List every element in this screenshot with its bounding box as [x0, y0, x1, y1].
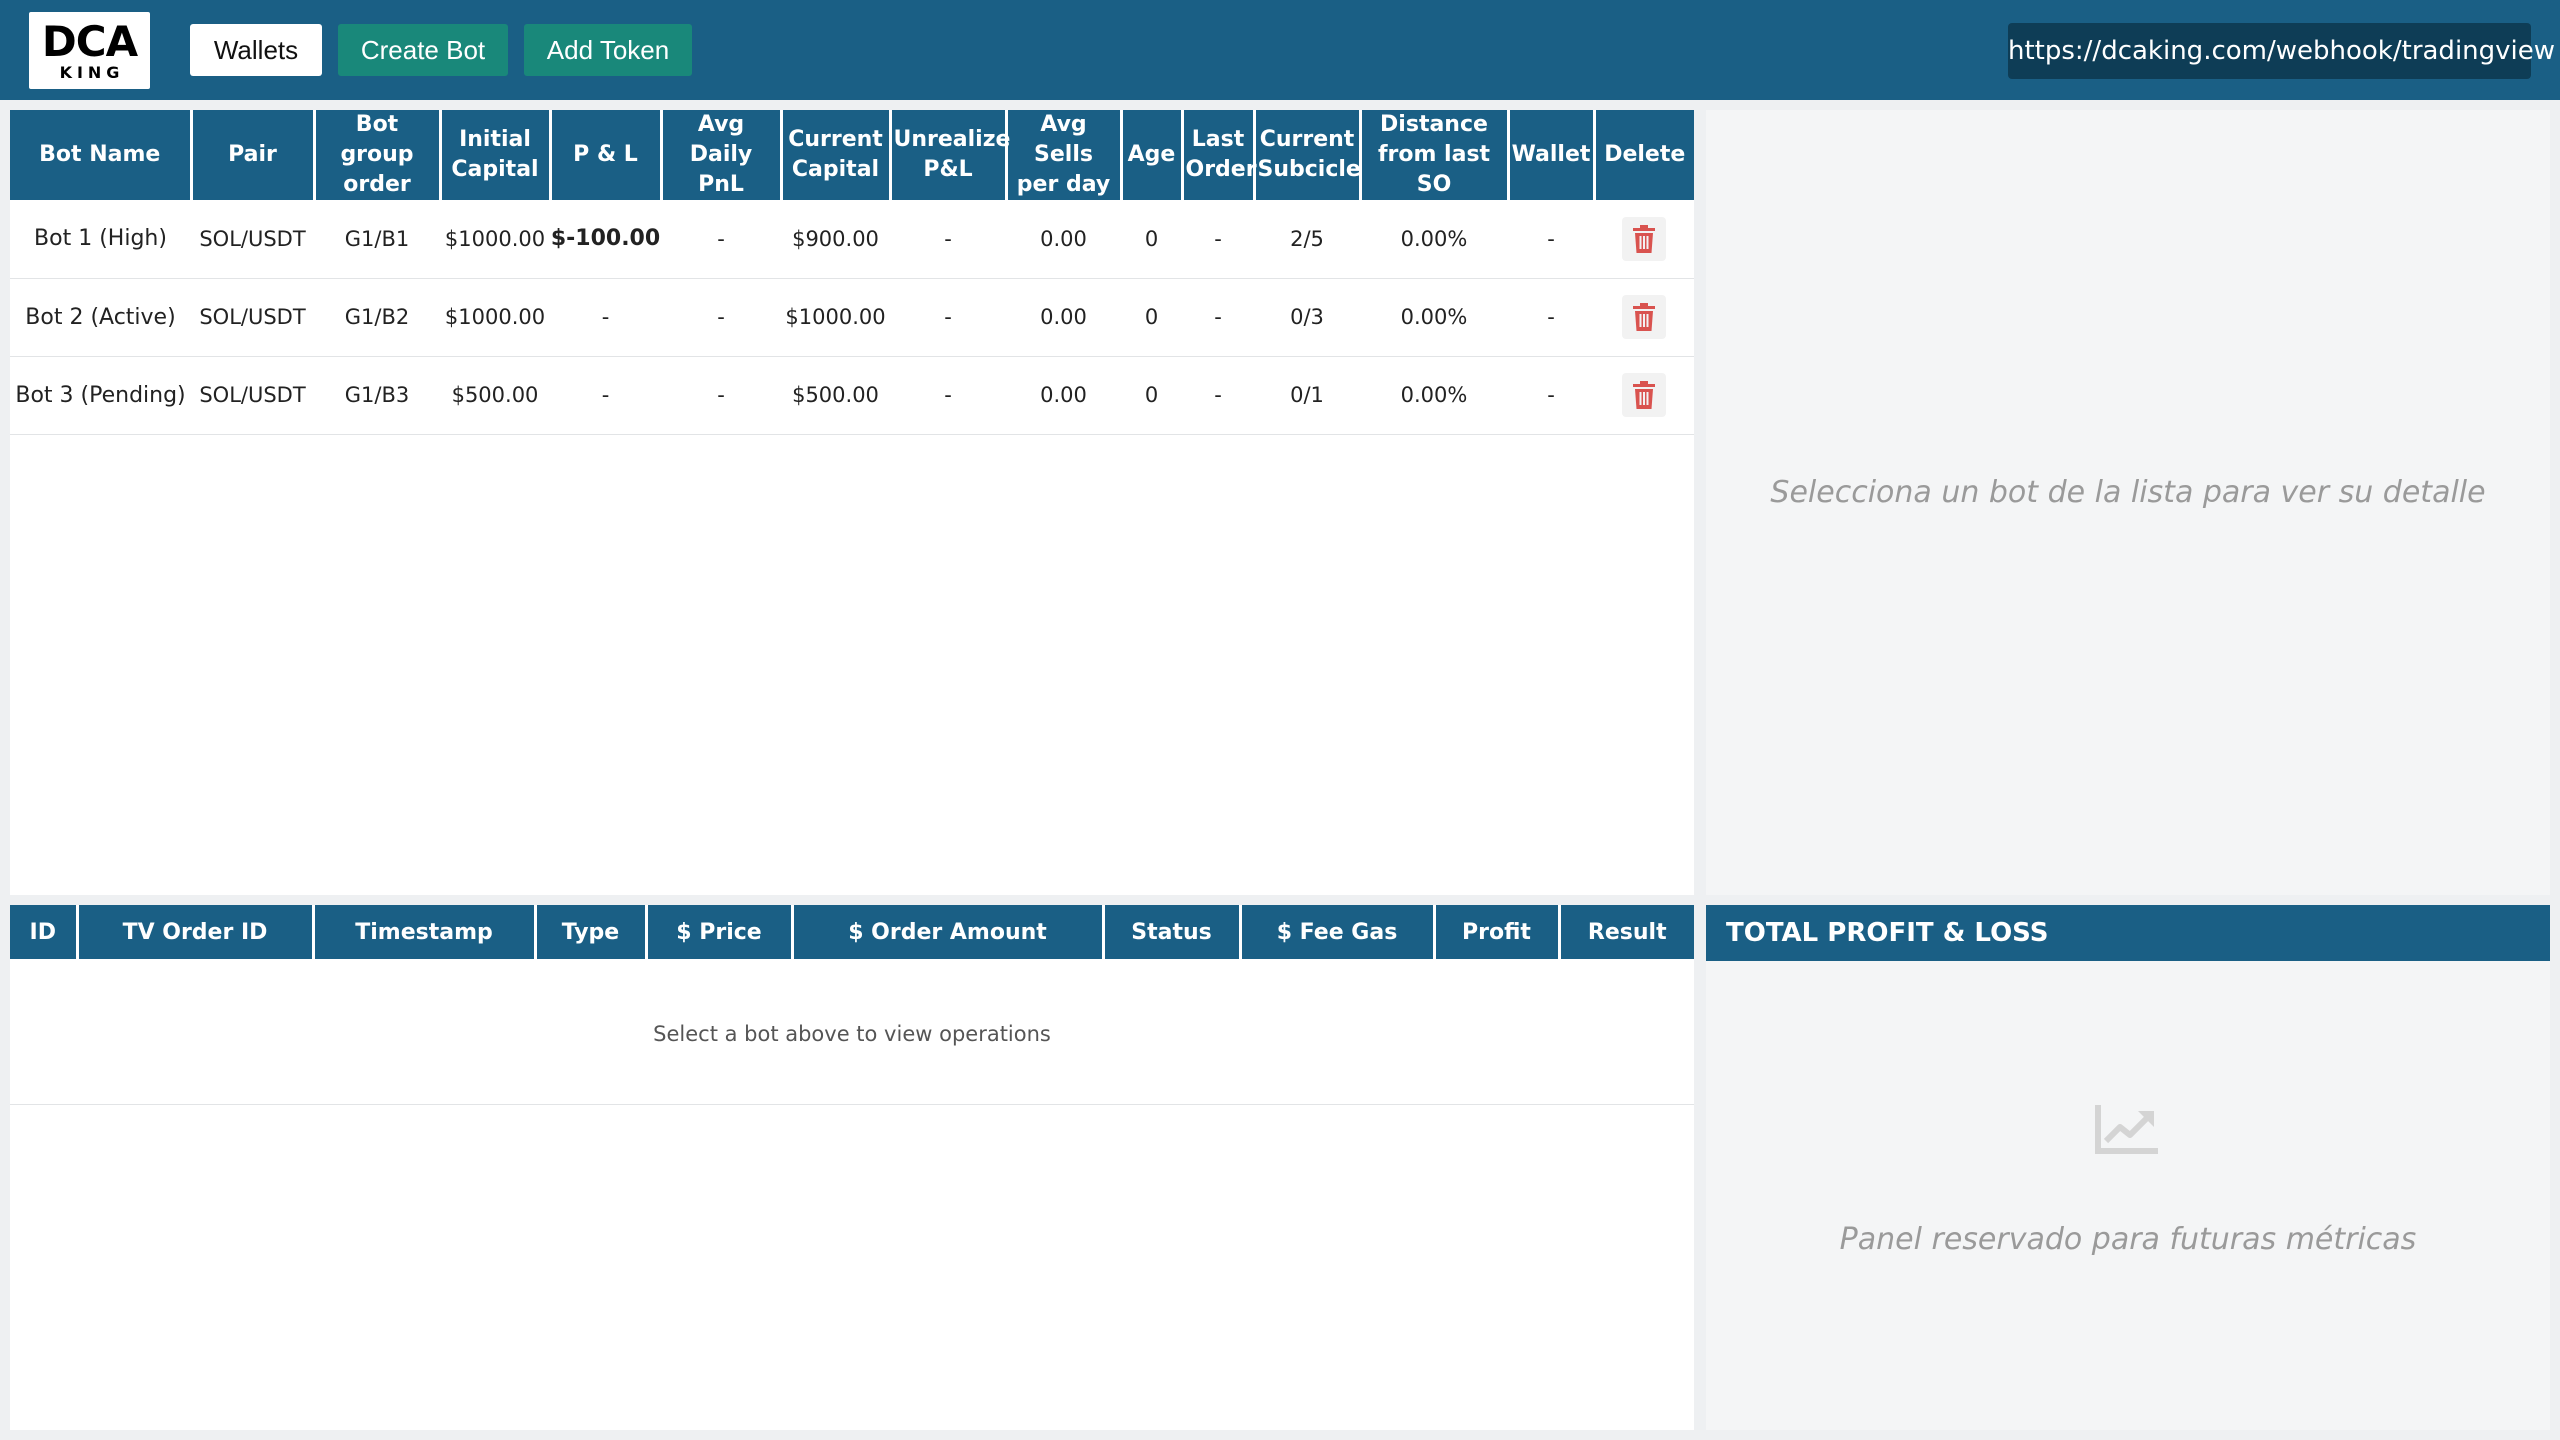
trash-icon[interactable] [1622, 295, 1666, 339]
col-header[interactable]: Last Order [1182, 110, 1257, 200]
bot-current-capital: $500.00 [781, 356, 890, 435]
delete-cell [1594, 356, 1694, 435]
operations-table-header: ID TV Order ID Timestamp Type $ Price $ … [10, 905, 1694, 959]
col-header[interactable]: ID [10, 905, 79, 959]
bot-initial-capital: $1000.00 [440, 278, 550, 357]
col-header[interactable]: Unrealize P&L [890, 110, 1010, 200]
col-header[interactable]: Avg Sells per day [1006, 110, 1123, 200]
bot-pair: SOL/USDT [191, 200, 314, 279]
pnl-placeholder-message: Panel reservado para futuras métricas [1839, 1222, 2417, 1257]
bot-age: 0 [1121, 200, 1182, 279]
wallets-button[interactable]: Wallets [190, 24, 322, 76]
bot-pnl: $-100.00 [550, 200, 661, 279]
bot-unrealized-pnl: - [890, 200, 1006, 279]
top-navbar: DCA KING Wallets Create Bot Add Token ht… [0, 0, 2560, 100]
bot-name: Bot 3 (Pending) [10, 356, 191, 435]
operations-empty-message: Select a bot above to view operations [653, 1022, 1051, 1046]
bot-last-order: - [1182, 356, 1254, 435]
bot-distance: 0.00% [1360, 200, 1508, 279]
bot-last-order: - [1182, 200, 1254, 279]
bot-row[interactable]: Bot 1 (High) SOL/USDT G1/B1 $1000.00 $-1… [10, 200, 1694, 279]
bot-pnl: - [550, 278, 661, 357]
col-header[interactable]: Type [535, 905, 648, 959]
bot-distance: 0.00% [1360, 356, 1508, 435]
bot-wallet: - [1508, 278, 1594, 357]
webhook-url[interactable]: https://dcaking.com/webhook/tradingview [2008, 23, 2555, 79]
bot-group: G1/B1 [314, 200, 440, 279]
bot-subcicle: 2/5 [1254, 200, 1360, 279]
col-header[interactable]: Status [1103, 905, 1242, 959]
app-logo[interactable]: DCA KING [29, 12, 150, 89]
bots-table: Bot Name Pair Bot group order Initial Ca… [10, 110, 1694, 435]
bot-initial-capital: $500.00 [440, 356, 550, 435]
bot-subcicle: 0/3 [1254, 278, 1360, 357]
col-header[interactable]: Bot group order [314, 110, 442, 200]
create-bot-button[interactable]: Create Bot [338, 24, 508, 76]
bot-pair: SOL/USDT [191, 278, 314, 357]
col-header[interactable]: Avg Daily PnL [661, 110, 783, 200]
bot-distance: 0.00% [1360, 278, 1508, 357]
bot-pair: SOL/USDT [191, 356, 314, 435]
bots-table-header: Bot Name Pair Bot group order Initial Ca… [10, 110, 1694, 200]
bot-avg-daily-pnl: - [661, 200, 781, 279]
bot-name: Bot 1 (High) [10, 200, 191, 279]
delete-cell [1594, 278, 1694, 357]
bot-avg-sells: 0.00 [1006, 356, 1121, 435]
bot-unrealized-pnl: - [890, 278, 1006, 357]
bot-last-order: - [1182, 278, 1254, 357]
bot-initial-capital: $1000.00 [440, 200, 550, 279]
col-header[interactable]: Profit [1434, 905, 1561, 959]
total-pnl-panel: TOTAL PROFIT & LOSS Panel reservado para… [1706, 905, 2550, 1430]
col-header[interactable]: Current Subcicle [1254, 110, 1362, 200]
bot-avg-daily-pnl: - [661, 278, 781, 357]
col-header[interactable]: Result [1559, 905, 1694, 959]
col-header[interactable]: TV Order ID [77, 905, 315, 959]
bots-panel: Bot Name Pair Bot group order Initial Ca… [10, 110, 1694, 895]
bot-row[interactable]: Bot 3 (Pending) SOL/USDT G1/B3 $500.00 -… [10, 356, 1694, 435]
bot-group: G1/B3 [314, 356, 440, 435]
operations-empty-row: Select a bot above to view operations [10, 959, 1694, 1105]
col-header[interactable]: $ Fee Gas [1240, 905, 1436, 959]
col-header[interactable]: $ Price [646, 905, 794, 959]
logo-sub-text: KING [59, 63, 125, 82]
bot-unrealized-pnl: - [890, 356, 1006, 435]
col-header[interactable]: Initial Capital [440, 110, 552, 200]
col-header[interactable]: Age [1121, 110, 1184, 200]
logo-main-text: DCA [41, 17, 138, 66]
bot-subcicle: 0/1 [1254, 356, 1360, 435]
delete-cell [1594, 200, 1694, 279]
operations-panel: ID TV Order ID Timestamp Type $ Price $ … [10, 905, 1694, 1430]
col-header[interactable]: Current Capital [781, 110, 892, 200]
col-header[interactable]: Pair [191, 110, 316, 200]
bot-current-capital: $900.00 [781, 200, 890, 279]
bot-age: 0 [1121, 278, 1182, 357]
bot-wallet: - [1508, 356, 1594, 435]
col-header[interactable]: Wallet [1508, 110, 1596, 200]
total-pnl-title: TOTAL PROFIT & LOSS [1706, 905, 2550, 961]
detail-placeholder-message: Selecciona un bot de la lista para ver s… [1770, 475, 2486, 510]
trash-icon[interactable] [1622, 216, 1666, 261]
operations-table: ID TV Order ID Timestamp Type $ Price $ … [10, 905, 1694, 959]
bot-age: 0 [1121, 356, 1182, 435]
add-token-button[interactable]: Add Token [524, 24, 692, 76]
col-header[interactable]: $ Order Amount [792, 905, 1105, 959]
trash-icon[interactable] [1622, 373, 1666, 417]
bot-avg-sells: 0.00 [1006, 200, 1121, 279]
col-header: Delete [1594, 110, 1694, 200]
bot-pnl: - [550, 356, 661, 435]
bot-avg-sells: 0.00 [1006, 278, 1121, 357]
bot-row[interactable]: Bot 2 (Active) SOL/USDT G1/B2 $1000.00 -… [10, 278, 1694, 357]
bot-current-capital: $1000.00 [781, 278, 890, 357]
bot-name: Bot 2 (Active) [10, 278, 191, 357]
col-header[interactable]: Distance from last SO [1360, 110, 1510, 200]
bot-detail-panel: Selecciona un bot de la lista para ver s… [1706, 110, 2550, 895]
chart-line-icon [2094, 1103, 2160, 1159]
col-header[interactable]: P & L [550, 110, 663, 200]
bot-wallet: - [1508, 200, 1594, 279]
col-header[interactable]: Bot Name [10, 110, 193, 200]
col-header[interactable]: Timestamp [313, 905, 537, 959]
bot-group: G1/B2 [314, 278, 440, 357]
bot-avg-daily-pnl: - [661, 356, 781, 435]
